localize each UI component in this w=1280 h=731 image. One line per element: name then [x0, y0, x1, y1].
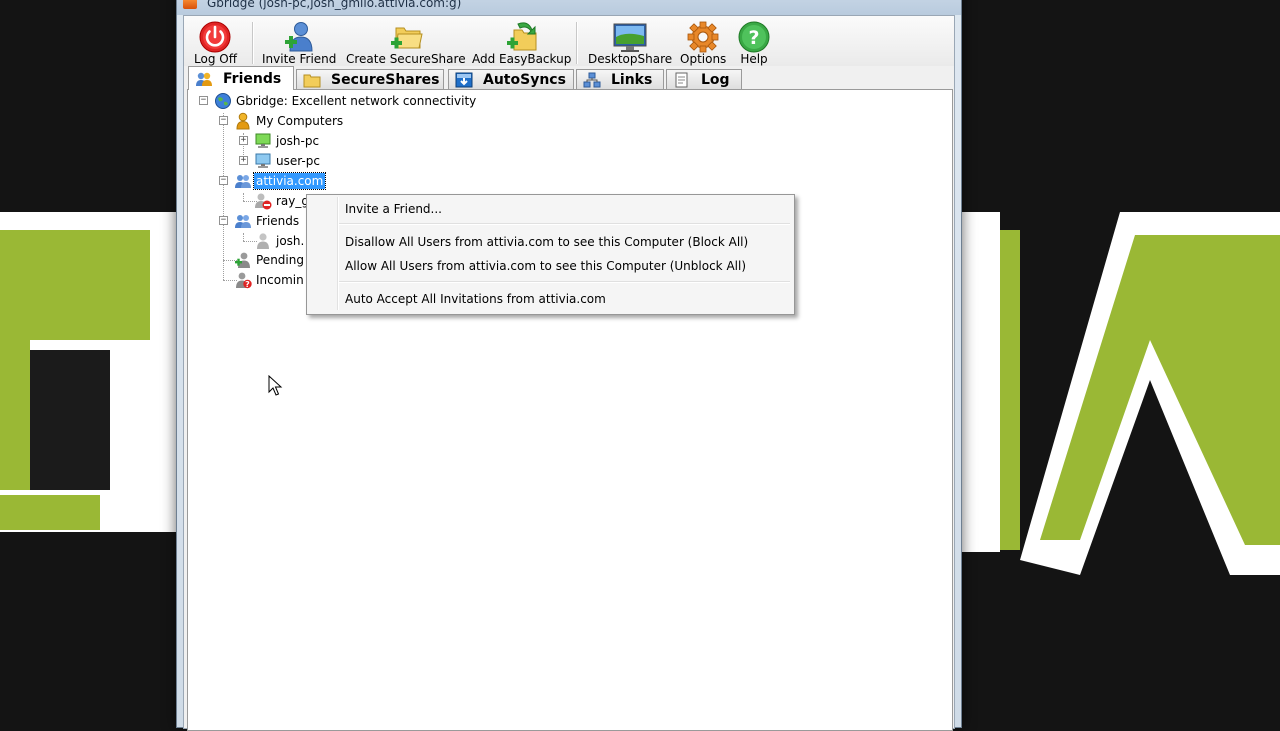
menu-item-invite-friend[interactable]: Invite a Friend...	[309, 198, 790, 220]
invite-friend-label: Invite Friend	[262, 52, 337, 66]
log-icon	[673, 72, 691, 88]
tree-node-domain[interactable]: − attivia.com	[188, 172, 488, 190]
toolbar-separator	[576, 22, 578, 64]
menu-item-block-all[interactable]: Disallow All Users from attivia.com to s…	[309, 231, 790, 253]
tree-node-friends[interactable]: − Friends	[188, 212, 308, 230]
tab-autosyncs-label: AutoSyncs	[483, 71, 566, 88]
tab-bar: Friends SecureShares AutoSyncs Links Log	[184, 66, 954, 90]
folder-icon	[303, 72, 321, 88]
blocked-user-icon	[254, 192, 272, 210]
invite-friend-button[interactable]: Invite Friend	[262, 20, 336, 66]
friends-icon	[195, 71, 213, 87]
gear-icon	[685, 20, 721, 54]
tree-node-pending[interactable]: Pending	[188, 251, 308, 269]
toolbar-separator	[252, 22, 254, 64]
log-off-label: Log Off	[194, 52, 237, 66]
tree-node-member[interactable]: ray_g	[188, 192, 309, 210]
collapse-icon[interactable]: −	[219, 116, 228, 125]
incoming-user-icon: ?	[234, 271, 252, 289]
svg-text:?: ?	[748, 27, 759, 49]
options-label: Options	[680, 52, 727, 66]
app-icon	[183, 0, 197, 9]
tab-log[interactable]: Log	[666, 69, 742, 89]
add-user-icon	[281, 20, 317, 54]
backup-icon	[504, 20, 540, 54]
tab-log-label: Log	[701, 71, 730, 88]
tab-secureshares-label: SecureShares	[331, 71, 440, 88]
group-icon	[234, 212, 252, 230]
collapse-icon[interactable]: −	[219, 216, 228, 225]
gbridge-window: Gbridge (josh-pc,josh_gmilo.attivia.com:…	[176, 0, 962, 731]
desktop-icon	[612, 20, 648, 54]
tree-label-my-computers: My Computers	[256, 114, 344, 128]
tree-node-computer[interactable]: + josh-pc	[188, 132, 488, 150]
menu-separator	[339, 223, 790, 225]
tree-label-domain: attivia.com	[252, 172, 327, 190]
tree-label-friends: Friends	[256, 214, 300, 228]
tab-secureshares[interactable]: SecureShares	[296, 69, 444, 89]
collapse-icon[interactable]: −	[199, 96, 208, 105]
computer-icon	[254, 132, 272, 150]
offline-user-icon	[254, 232, 272, 250]
tree-node-member[interactable]: josh.	[188, 232, 308, 250]
svg-text:?: ?	[245, 280, 250, 289]
menu-separator	[339, 281, 790, 283]
computer-icon	[254, 152, 272, 170]
window-title: Gbridge (josh-pc,josh_gmilo.attivia.com:…	[207, 0, 462, 10]
log-off-button[interactable]: Log Off	[194, 20, 237, 66]
toolbar: Log Off Invite Friend Create SecureShare…	[184, 16, 954, 66]
power-icon	[197, 20, 233, 54]
tree-node-incoming[interactable]: ? Incomin	[188, 271, 308, 289]
options-button[interactable]: Options	[680, 20, 726, 66]
menu-item-unblock-all[interactable]: Allow All Users from attivia.com to see …	[309, 255, 790, 277]
tab-friends[interactable]: Friends	[188, 66, 294, 90]
tree-label-incoming: Incomin	[256, 273, 304, 287]
links-icon	[583, 72, 601, 88]
tab-links-label: Links	[611, 71, 653, 88]
add-easybackup-button[interactable]: Add EasyBackup	[472, 20, 571, 66]
wallpaper-letter-left	[0, 212, 190, 532]
friends-tree[interactable]: − Gbridge: Excellent network connectivit…	[187, 89, 953, 731]
tab-links[interactable]: Links	[576, 69, 664, 89]
mouse-cursor-icon	[268, 375, 283, 396]
group-icon	[234, 172, 252, 190]
client-area: Log Off Invite Friend Create SecureShare…	[183, 15, 955, 731]
tree-label-root: Gbridge: Excellent network connectivity	[236, 94, 477, 108]
globe-icon	[214, 92, 232, 110]
add-easybackup-label: Add EasyBackup	[472, 52, 572, 66]
help-icon: ?	[736, 20, 772, 54]
menu-item-auto-accept[interactable]: Auto Accept All Invitations from attivia…	[309, 288, 790, 310]
tree-label-computer: josh-pc	[276, 134, 320, 148]
tree-label-member: josh.	[276, 234, 305, 248]
expand-icon[interactable]: +	[239, 156, 248, 165]
tree-node-computer[interactable]: + user-pc	[188, 152, 488, 170]
create-secureshare-label: Create SecureShare	[346, 52, 466, 66]
tree-label-pending: Pending	[256, 253, 304, 267]
desktopshare-label: DesktopShare	[588, 52, 673, 66]
title-bar[interactable]: Gbridge (josh-pc,josh_gmilo.attivia.com:…	[177, 0, 961, 15]
pending-user-icon	[234, 251, 252, 269]
tree-node-root[interactable]: − Gbridge: Excellent network connectivit…	[188, 92, 588, 110]
add-folder-icon	[388, 20, 424, 54]
context-menu: Invite a Friend... Disallow All Users fr…	[306, 194, 795, 315]
collapse-icon[interactable]: −	[219, 176, 228, 185]
tab-autosyncs[interactable]: AutoSyncs	[448, 69, 574, 89]
help-label: Help	[740, 52, 768, 66]
create-secureshare-button[interactable]: Create SecureShare	[346, 20, 466, 66]
tree-node-my-computers[interactable]: − My Computers	[188, 112, 488, 130]
autosync-icon	[455, 72, 473, 88]
user-icon	[234, 112, 252, 130]
tab-friends-label: Friends	[223, 70, 282, 87]
desktopshare-button[interactable]: DesktopShare	[588, 20, 672, 66]
help-button[interactable]: ? Help	[736, 20, 772, 66]
expand-icon[interactable]: +	[239, 136, 248, 145]
tree-label-computer: user-pc	[276, 154, 320, 168]
